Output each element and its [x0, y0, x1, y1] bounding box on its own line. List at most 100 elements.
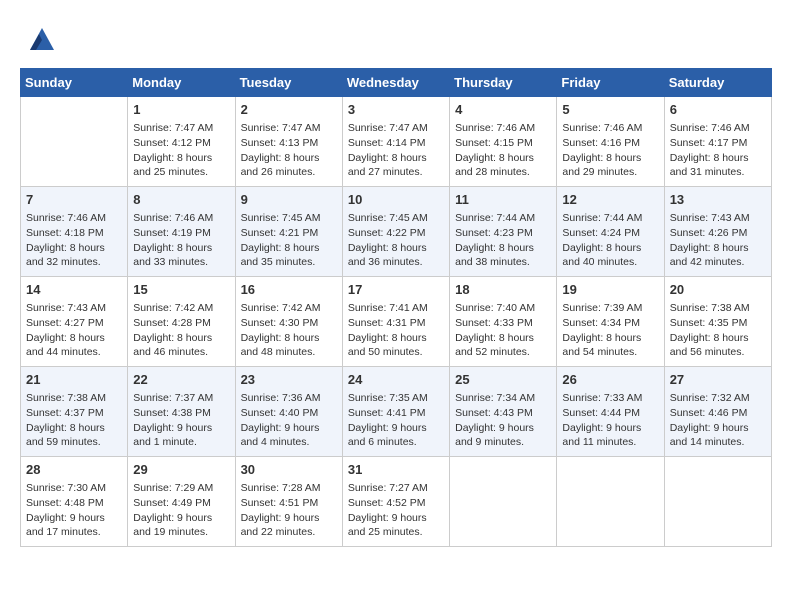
- day-info: Sunrise: 7:46 AM Sunset: 4:16 PM Dayligh…: [562, 121, 658, 180]
- calendar-cell: [21, 97, 128, 187]
- day-info: Sunrise: 7:27 AM Sunset: 4:52 PM Dayligh…: [348, 481, 444, 540]
- calendar-day-header: Sunday: [21, 69, 128, 97]
- day-number: 28: [26, 461, 122, 479]
- day-info: Sunrise: 7:29 AM Sunset: 4:49 PM Dayligh…: [133, 481, 229, 540]
- day-number: 24: [348, 371, 444, 389]
- calendar-cell: 30Sunrise: 7:28 AM Sunset: 4:51 PM Dayli…: [235, 457, 342, 547]
- calendar-cell: 17 Sunrise: 7:41 AM Sunset: 4:31 PM Dayli…: [342, 277, 449, 367]
- day-info: Sunrise: 7:38 AM Sunset: 4:35 PM Dayligh…: [670, 301, 766, 360]
- calendar-cell: 5 Sunrise: 7:46 AM Sunset: 4:16 PM Daylig…: [557, 97, 664, 187]
- day-number: 31: [348, 461, 444, 479]
- day-info: Sunrise: 7:46 AM Sunset: 4:19 PM Dayligh…: [133, 211, 229, 270]
- calendar-cell: 31 Sunrise: 7:27 AM Sunset: 4:52 PM Dayli…: [342, 457, 449, 547]
- calendar-table: SundayMondayTuesdayWednesdayThursdayFrid…: [20, 68, 772, 547]
- day-info: Sunrise: 7:46 AM Sunset: 4:17 PM Dayligh…: [670, 121, 766, 180]
- day-number: 17: [348, 281, 444, 299]
- day-info: Sunrise: 7:45 AM Sunset: 4:22 PM Dayligh…: [348, 211, 444, 270]
- calendar-day-header: Thursday: [450, 69, 557, 97]
- day-info: Sunrise: 7:44 AM Sunset: 4:23 PM Dayligh…: [455, 211, 551, 270]
- day-number: 12: [562, 191, 658, 209]
- day-number: 2: [241, 101, 337, 119]
- calendar-week-row: 7 Sunrise: 7:46 AM Sunset: 4:18 PM Daylig…: [21, 187, 772, 277]
- day-number: 6: [670, 101, 766, 119]
- day-number: 14: [26, 281, 122, 299]
- calendar-cell: 12 Sunrise: 7:44 AM Sunset: 4:24 PM Dayli…: [557, 187, 664, 277]
- calendar-cell: 26 Sunrise: 7:33 AM Sunset: 4:44 PM Dayli…: [557, 367, 664, 457]
- calendar-day-header: Tuesday: [235, 69, 342, 97]
- day-info: Sunrise: 7:35 AM Sunset: 4:41 PM Dayligh…: [348, 391, 444, 450]
- calendar-week-row: 1 Sunrise: 7:47 AM Sunset: 4:12 PM Daylig…: [21, 97, 772, 187]
- day-info: Sunrise: 7:45 AM Sunset: 4:21 PM Dayligh…: [241, 211, 337, 270]
- day-number: 20: [670, 281, 766, 299]
- calendar-cell: 24 Sunrise: 7:35 AM Sunset: 4:41 PM Dayli…: [342, 367, 449, 457]
- calendar-cell: [557, 457, 664, 547]
- day-number: 5: [562, 101, 658, 119]
- calendar-cell: 8 Sunrise: 7:46 AM Sunset: 4:19 PM Daylig…: [128, 187, 235, 277]
- day-number: 7: [26, 191, 122, 209]
- day-info: Sunrise: 7:42 AM Sunset: 4:30 PM Dayligh…: [241, 301, 337, 360]
- day-number: 8: [133, 191, 229, 209]
- calendar-cell: 16 Sunrise: 7:42 AM Sunset: 4:30 PM Dayli…: [235, 277, 342, 367]
- day-info: Sunrise: 7:32 AM Sunset: 4:46 PM Dayligh…: [670, 391, 766, 450]
- calendar-day-header: Monday: [128, 69, 235, 97]
- day-info: Sunrise: 7:47 AM Sunset: 4:13 PM Dayligh…: [241, 121, 337, 180]
- calendar-cell: 19 Sunrise: 7:39 AM Sunset: 4:34 PM Dayli…: [557, 277, 664, 367]
- day-info: Sunrise: 7:40 AM Sunset: 4:33 PM Dayligh…: [455, 301, 551, 360]
- day-info: Sunrise: 7:36 AM Sunset: 4:40 PM Dayligh…: [241, 391, 337, 450]
- day-number: 16: [241, 281, 337, 299]
- day-info: Sunrise: 7:34 AM Sunset: 4:43 PM Dayligh…: [455, 391, 551, 450]
- calendar-cell: 3 Sunrise: 7:47 AM Sunset: 4:14 PM Daylig…: [342, 97, 449, 187]
- calendar-cell: 10 Sunrise: 7:45 AM Sunset: 4:22 PM Dayli…: [342, 187, 449, 277]
- calendar-cell: 23Sunrise: 7:36 AM Sunset: 4:40 PM Dayli…: [235, 367, 342, 457]
- calendar-cell: 29Sunrise: 7:29 AM Sunset: 4:49 PM Dayli…: [128, 457, 235, 547]
- calendar-day-header: Saturday: [664, 69, 771, 97]
- calendar-header-row: SundayMondayTuesdayWednesdayThursdayFrid…: [21, 69, 772, 97]
- day-info: Sunrise: 7:47 AM Sunset: 4:14 PM Dayligh…: [348, 121, 444, 180]
- calendar-cell: 25 Sunrise: 7:34 AM Sunset: 4:43 PM Dayli…: [450, 367, 557, 457]
- calendar-cell: 28 Sunrise: 7:30 AM Sunset: 4:48 PM Dayli…: [21, 457, 128, 547]
- day-number: 3: [348, 101, 444, 119]
- day-info: Sunrise: 7:43 AM Sunset: 4:27 PM Dayligh…: [26, 301, 122, 360]
- day-info: Sunrise: 7:46 AM Sunset: 4:18 PM Dayligh…: [26, 211, 122, 270]
- calendar-cell: 11Sunrise: 7:44 AM Sunset: 4:23 PM Dayli…: [450, 187, 557, 277]
- calendar-cell: 14 Sunrise: 7:43 AM Sunset: 4:27 PM Dayli…: [21, 277, 128, 367]
- day-number: 26: [562, 371, 658, 389]
- day-info: Sunrise: 7:30 AM Sunset: 4:48 PM Dayligh…: [26, 481, 122, 540]
- day-number: 22: [133, 371, 229, 389]
- day-info: Sunrise: 7:46 AM Sunset: 4:15 PM Dayligh…: [455, 121, 551, 180]
- calendar-cell: 2 Sunrise: 7:47 AM Sunset: 4:13 PM Daylig…: [235, 97, 342, 187]
- calendar-cell: 7 Sunrise: 7:46 AM Sunset: 4:18 PM Daylig…: [21, 187, 128, 277]
- day-number: 25: [455, 371, 551, 389]
- calendar-cell: 13Sunrise: 7:43 AM Sunset: 4:26 PM Dayli…: [664, 187, 771, 277]
- day-info: Sunrise: 7:43 AM Sunset: 4:26 PM Dayligh…: [670, 211, 766, 270]
- day-number: 4: [455, 101, 551, 119]
- calendar-day-header: Friday: [557, 69, 664, 97]
- day-info: Sunrise: 7:47 AM Sunset: 4:12 PM Dayligh…: [133, 121, 229, 180]
- day-number: 15: [133, 281, 229, 299]
- day-info: Sunrise: 7:38 AM Sunset: 4:37 PM Dayligh…: [26, 391, 122, 450]
- logo-icon: [20, 20, 58, 58]
- calendar-cell: 15 Sunrise: 7:42 AM Sunset: 4:28 PM Dayli…: [128, 277, 235, 367]
- day-number: 21: [26, 371, 122, 389]
- day-number: 27: [670, 371, 766, 389]
- calendar-cell: 1 Sunrise: 7:47 AM Sunset: 4:12 PM Daylig…: [128, 97, 235, 187]
- calendar-cell: 20 Sunrise: 7:38 AM Sunset: 4:35 PM Dayli…: [664, 277, 771, 367]
- calendar-cell: 27 Sunrise: 7:32 AM Sunset: 4:46 PM Dayli…: [664, 367, 771, 457]
- day-number: 18: [455, 281, 551, 299]
- calendar-day-header: Wednesday: [342, 69, 449, 97]
- day-number: 19: [562, 281, 658, 299]
- calendar-cell: 21 Sunrise: 7:38 AM Sunset: 4:37 PM Dayli…: [21, 367, 128, 457]
- calendar-week-row: 14 Sunrise: 7:43 AM Sunset: 4:27 PM Dayli…: [21, 277, 772, 367]
- logo: [20, 20, 62, 58]
- calendar-cell: 18 Sunrise: 7:40 AM Sunset: 4:33 PM Dayli…: [450, 277, 557, 367]
- day-number: 30: [241, 461, 337, 479]
- day-number: 10: [348, 191, 444, 209]
- day-info: Sunrise: 7:42 AM Sunset: 4:28 PM Dayligh…: [133, 301, 229, 360]
- day-info: Sunrise: 7:33 AM Sunset: 4:44 PM Dayligh…: [562, 391, 658, 450]
- calendar-cell: 6 Sunrise: 7:46 AM Sunset: 4:17 PM Daylig…: [664, 97, 771, 187]
- day-number: 1: [133, 101, 229, 119]
- day-info: Sunrise: 7:41 AM Sunset: 4:31 PM Dayligh…: [348, 301, 444, 360]
- day-info: Sunrise: 7:44 AM Sunset: 4:24 PM Dayligh…: [562, 211, 658, 270]
- day-info: Sunrise: 7:39 AM Sunset: 4:34 PM Dayligh…: [562, 301, 658, 360]
- calendar-cell: 9Sunrise: 7:45 AM Sunset: 4:21 PM Daylig…: [235, 187, 342, 277]
